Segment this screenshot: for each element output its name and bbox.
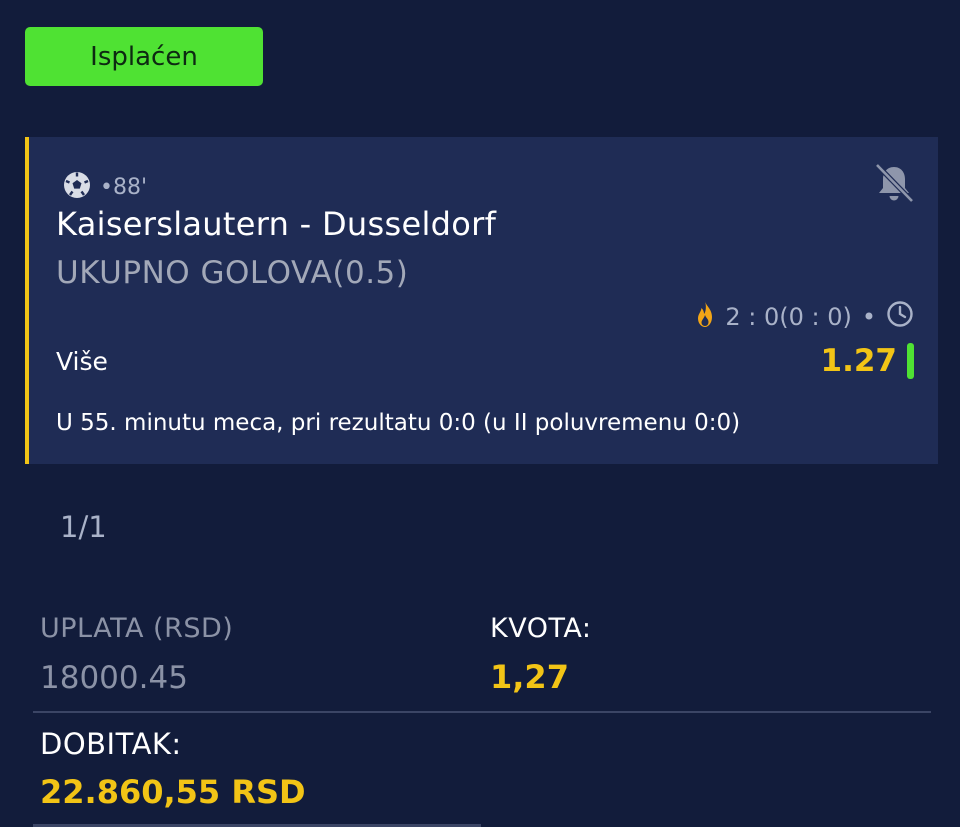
win-value: 22.860,55 RSD <box>40 773 306 811</box>
pick-comment: U 55. minutu meca, pri rezultatu 0:0 (u … <box>56 410 741 436</box>
odd-value: 1.27 <box>820 343 898 379</box>
ticket-card[interactable]: •88' Kaiserslautern - Dusseldorf UKUPNO … <box>25 137 938 464</box>
pick-label: Više <box>56 347 108 376</box>
sport-row: •88' <box>62 170 147 204</box>
match-minute: •88' <box>100 174 148 200</box>
divider <box>33 711 931 713</box>
soccer-ball-icon <box>62 170 92 204</box>
odd-row: 1.27 <box>820 343 914 379</box>
odds-label: KVOTA: <box>490 613 592 644</box>
clock-icon <box>886 300 914 334</box>
stake-label: UPLATA (RSD) <box>40 613 234 644</box>
status-badge: Isplaćen <box>25 27 263 86</box>
live-score-row: 2 : 0(0 : 0) • <box>695 300 914 334</box>
bell-off-icon[interactable] <box>872 161 916 209</box>
flame-icon <box>695 300 715 334</box>
stake-value: 18000.45 <box>40 660 188 696</box>
live-score: 2 : 0(0 : 0) <box>725 303 852 331</box>
odds-value: 1,27 <box>490 658 569 696</box>
match-name: Kaiserslautern - Dusseldorf <box>56 205 497 243</box>
score-separator: • <box>861 303 876 331</box>
odd-status-indicator <box>907 343 914 379</box>
win-label: DOBITAK: <box>40 727 182 761</box>
market-name: UKUPNO GOLOVA(0.5) <box>56 255 409 291</box>
pager: 1/1 <box>60 510 107 544</box>
